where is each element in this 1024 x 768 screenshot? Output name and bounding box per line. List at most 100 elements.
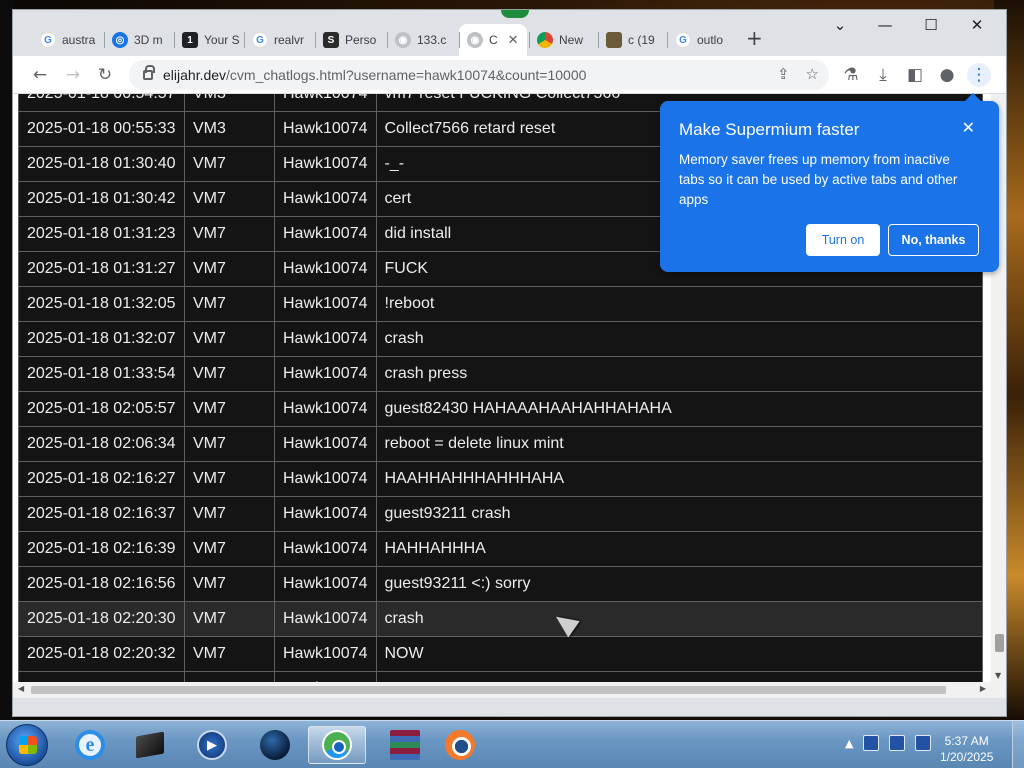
- message-cell: guest82430 HAHAAAHAAHAHHAHAHA: [375, 391, 983, 427]
- taskbar-internet-explorer[interactable]: e: [70, 726, 110, 764]
- table-row: 2025-01-18 01:33:54 VM7 Hawk10074 crash pre…: [18, 356, 983, 392]
- browser-tab[interactable]: S Perso: [315, 24, 385, 56]
- message-cell: crash press: [375, 356, 983, 392]
- taskbar-blender[interactable]: [440, 726, 480, 764]
- table-row: 2025-01-18 02:16:39 VM7 Hawk10074 HAHHAHHHA: [18, 531, 983, 567]
- forward-button[interactable]: →: [61, 63, 85, 87]
- timestamp-cell: 2025-01-18 02:16:27: [18, 461, 185, 497]
- vm-cell: VM7: [184, 146, 275, 182]
- media-player-icon: ▶: [197, 730, 227, 760]
- taskbar-media-player[interactable]: ▶: [192, 726, 232, 764]
- close-icon[interactable]: ✕: [962, 118, 975, 137]
- table-row: 2025-01-18 02:16:37 VM7 Hawk10074 guest9321…: [18, 496, 983, 532]
- tray-app-icon[interactable]: [863, 735, 880, 751]
- google-icon: G: [40, 32, 56, 48]
- start-button[interactable]: [6, 724, 48, 766]
- horizontal-scrollbar[interactable]: ◀ ▶: [13, 682, 1006, 698]
- vm-cell: VM3: [184, 94, 275, 112]
- url-text[interactable]: elijahr.dev/cvm_chatlogs.html?username=h…: [163, 67, 586, 83]
- vm-cell: VM7: [184, 636, 275, 672]
- tab-title: 133.c: [417, 33, 447, 47]
- reload-button[interactable]: ↻: [93, 63, 117, 87]
- browser-tab[interactable]: Grealvr: [244, 24, 313, 56]
- internet-explorer-icon: e: [75, 730, 105, 760]
- tray-volume-icon[interactable]: [915, 735, 932, 751]
- turn-on-button[interactable]: Turn on: [806, 224, 880, 256]
- timestamp-cell: 2025-01-18 01:33:54: [18, 356, 185, 392]
- message-cell: NOW: [375, 636, 983, 672]
- clock-date: 1/20/2025: [940, 750, 994, 764]
- browser-tab[interactable]: ◉ 133.c: [387, 24, 457, 56]
- minimize-button[interactable]: —: [865, 16, 905, 34]
- vm-cell: VM7: [184, 286, 275, 322]
- new-tab-button[interactable]: +: [746, 26, 763, 50]
- vm-cell: VM7: [184, 391, 275, 427]
- browser-tab[interactable]: ◉ C ✕: [459, 24, 527, 56]
- scroll-right-arrow-icon[interactable]: ▶: [980, 684, 986, 693]
- vm-cell: VM7: [184, 531, 275, 567]
- maximize-button[interactable]: ☐: [911, 16, 951, 34]
- browser-tab[interactable]: Gaustra: [32, 24, 102, 56]
- browser-tab[interactable]: 1 Your S: [174, 24, 242, 56]
- menu-kebab-icon[interactable]: ⋮: [967, 63, 991, 87]
- share-icon[interactable]: ⇪: [777, 65, 790, 83]
- side-panel-icon[interactable]: ◧: [903, 63, 927, 87]
- taskbar-3d-box[interactable]: [130, 726, 170, 764]
- close-window-button[interactable]: ✕: [957, 16, 997, 34]
- timestamp-cell: 2025-01-18 02:16:56: [18, 566, 185, 602]
- browser-tab[interactable]: c (19: [598, 24, 665, 56]
- username-cell: Hawk10074: [274, 111, 377, 147]
- profile-avatar-icon[interactable]: ●: [935, 63, 959, 87]
- username-cell: Hawk10074: [274, 636, 377, 672]
- number-1-icon: 1: [182, 32, 198, 48]
- close-tab-icon[interactable]: ✕: [508, 32, 519, 48]
- tray-monitor-icon[interactable]: [889, 735, 906, 751]
- username-cell: Hawk10074: [274, 94, 377, 112]
- scroll-down-arrow-icon[interactable]: ▼: [995, 671, 1001, 680]
- taskbar-browser[interactable]: [308, 726, 366, 764]
- username-cell: Hawk10074: [274, 216, 377, 252]
- timestamp-cell: 2025-01-18 00:55:33: [18, 111, 185, 147]
- taskbar-winrar[interactable]: [385, 726, 425, 764]
- username-cell: Hawk10074: [274, 251, 377, 287]
- vertical-scroll-thumb[interactable]: [995, 634, 1004, 652]
- lock-icon[interactable]: [143, 65, 155, 80]
- promo-title: Make Supermium faster: [679, 120, 860, 139]
- show-desktop-button[interactable]: [1012, 721, 1024, 768]
- browser-tab[interactable]: Goutlo: [667, 24, 733, 56]
- timestamp-cell: 2025-01-18 01:30:42: [18, 181, 185, 217]
- table-row: 2025-01-18 02:05:57 VM7 Hawk10074 guest8243…: [18, 391, 983, 427]
- google-icon: G: [675, 32, 691, 48]
- no-thanks-button[interactable]: No, thanks: [888, 224, 979, 256]
- tab-title: 3D m: [134, 33, 163, 47]
- taskbar: e ▶ ▲ 5:37 AM 1/20/2025: [0, 720, 1024, 768]
- browser-tab[interactable]: ◎ 3D m: [104, 24, 172, 56]
- browser-tab[interactable]: New: [529, 24, 596, 56]
- winrar-icon: [390, 730, 420, 760]
- tray-expand-icon[interactable]: ▲: [845, 737, 853, 750]
- table-row: 2025-01-18 01:32:07 VM7 Hawk10074 crash: [18, 321, 983, 357]
- username-cell: Hawk10074: [274, 601, 377, 637]
- 3d-box-icon: [136, 731, 164, 759]
- image-icon: [606, 32, 622, 48]
- s-logo-icon: S: [323, 32, 339, 48]
- tab-search-chevron-icon[interactable]: ⌄: [820, 16, 860, 34]
- username-cell: Hawk10074: [274, 461, 377, 497]
- table-row: 2025-01-18 02:06:34 VM7 Hawk10074 reboot = …: [18, 426, 983, 462]
- vm-cell: VM7: [184, 461, 275, 497]
- taskbar-clock[interactable]: 5:37 AM 1/20/2025: [940, 733, 993, 765]
- username-cell: Hawk10074: [274, 531, 377, 567]
- username-cell: Hawk10074: [274, 426, 377, 462]
- vm-cell: VM7: [184, 216, 275, 252]
- globe-icon: ◉: [395, 32, 411, 48]
- horizontal-scroll-thumb[interactable]: [31, 686, 946, 694]
- downloads-icon[interactable]: ⤓: [871, 63, 895, 87]
- vm-cell: VM7: [184, 251, 275, 287]
- timestamp-cell: 2025-01-18 02:05:57: [18, 391, 185, 427]
- bookmark-star-icon[interactable]: ☆: [806, 65, 819, 83]
- taskbar-earth[interactable]: [255, 726, 295, 764]
- back-button[interactable]: ←: [28, 63, 52, 87]
- address-bar[interactable]: elijahr.dev/cvm_chatlogs.html?username=h…: [129, 60, 829, 90]
- extensions-icon[interactable]: ⚗: [839, 63, 863, 87]
- scroll-left-arrow-icon[interactable]: ◀: [18, 684, 24, 693]
